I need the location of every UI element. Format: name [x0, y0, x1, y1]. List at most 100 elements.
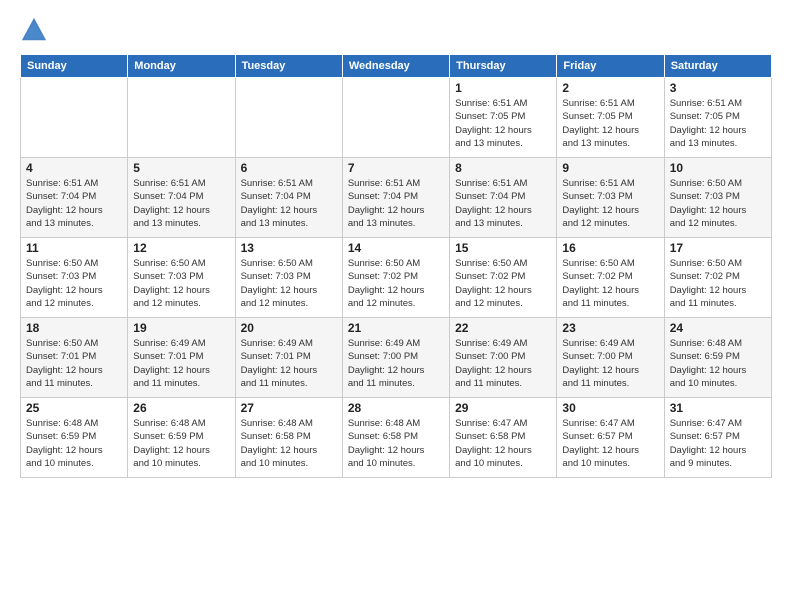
day-detail: Sunrise: 6:50 AM Sunset: 7:03 PM Dayligh…	[26, 257, 122, 310]
day-number: 20	[241, 321, 337, 335]
day-cell: 18 Sunrise: 6:50 AM Sunset: 7:01 PM Dayli…	[21, 318, 128, 398]
day-detail: Sunrise: 6:48 AM Sunset: 6:59 PM Dayligh…	[133, 417, 229, 470]
day-cell: 9 Sunrise: 6:51 AM Sunset: 7:03 PM Daylig…	[557, 158, 664, 238]
day-cell: 28 Sunrise: 6:48 AM Sunset: 6:58 PM Dayli…	[342, 398, 449, 478]
day-number: 15	[455, 241, 551, 255]
logo	[20, 16, 48, 44]
day-detail: Sunrise: 6:50 AM Sunset: 7:02 PM Dayligh…	[562, 257, 658, 310]
day-detail: Sunrise: 6:50 AM Sunset: 7:02 PM Dayligh…	[348, 257, 444, 310]
day-cell: 31Sunrise: 6:47 AM Sunset: 6:57 PM Dayli…	[664, 398, 771, 478]
day-cell: 23 Sunrise: 6:49 AM Sunset: 7:00 PM Dayli…	[557, 318, 664, 398]
header-row: SundayMondayTuesdayWednesdayThursdayFrid…	[21, 55, 772, 78]
day-detail: Sunrise: 6:48 AM Sunset: 6:58 PM Dayligh…	[348, 417, 444, 470]
day-number: 23	[562, 321, 658, 335]
header-cell-monday: Monday	[128, 55, 235, 78]
day-number: 26	[133, 401, 229, 415]
day-cell: 7 Sunrise: 6:51 AM Sunset: 7:04 PM Daylig…	[342, 158, 449, 238]
day-detail: Sunrise: 6:50 AM Sunset: 7:03 PM Dayligh…	[670, 177, 766, 230]
day-detail: Sunrise: 6:50 AM Sunset: 7:02 PM Dayligh…	[670, 257, 766, 310]
day-cell: 29 Sunrise: 6:47 AM Sunset: 6:58 PM Dayli…	[450, 398, 557, 478]
calendar-header: SundayMondayTuesdayWednesdayThursdayFrid…	[21, 55, 772, 78]
day-number: 18	[26, 321, 122, 335]
day-number: 4	[26, 161, 122, 175]
day-number: 19	[133, 321, 229, 335]
week-row-3: 11Sunrise: 6:50 AM Sunset: 7:03 PM Dayli…	[21, 238, 772, 318]
day-cell: 8 Sunrise: 6:51 AM Sunset: 7:04 PM Daylig…	[450, 158, 557, 238]
day-cell: 17 Sunrise: 6:50 AM Sunset: 7:02 PM Dayli…	[664, 238, 771, 318]
day-number: 17	[670, 241, 766, 255]
day-cell: 22 Sunrise: 6:49 AM Sunset: 7:00 PM Dayli…	[450, 318, 557, 398]
day-number: 21	[348, 321, 444, 335]
page: SundayMondayTuesdayWednesdayThursdayFrid…	[0, 0, 792, 612]
day-number: 30	[562, 401, 658, 415]
day-cell	[21, 78, 128, 158]
day-detail: Sunrise: 6:49 AM Sunset: 7:00 PM Dayligh…	[455, 337, 551, 390]
day-cell: 5 Sunrise: 6:51 AM Sunset: 7:04 PM Daylig…	[128, 158, 235, 238]
day-number: 29	[455, 401, 551, 415]
day-number: 28	[348, 401, 444, 415]
day-detail: Sunrise: 6:49 AM Sunset: 7:00 PM Dayligh…	[562, 337, 658, 390]
day-cell: 16 Sunrise: 6:50 AM Sunset: 7:02 PM Dayli…	[557, 238, 664, 318]
day-detail: Sunrise: 6:51 AM Sunset: 7:05 PM Dayligh…	[670, 97, 766, 150]
day-cell: 13 Sunrise: 6:50 AM Sunset: 7:03 PM Dayli…	[235, 238, 342, 318]
day-cell	[342, 78, 449, 158]
day-detail: Sunrise: 6:49 AM Sunset: 7:00 PM Dayligh…	[348, 337, 444, 390]
day-number: 31	[670, 401, 766, 415]
header-cell-saturday: Saturday	[664, 55, 771, 78]
day-cell	[128, 78, 235, 158]
day-detail: Sunrise: 6:51 AM Sunset: 7:04 PM Dayligh…	[26, 177, 122, 230]
generalblue-icon	[20, 16, 48, 44]
day-detail: Sunrise: 6:51 AM Sunset: 7:03 PM Dayligh…	[562, 177, 658, 230]
day-cell: 15 Sunrise: 6:50 AM Sunset: 7:02 PM Dayli…	[450, 238, 557, 318]
day-number: 1	[455, 81, 551, 95]
week-row-5: 25Sunrise: 6:48 AM Sunset: 6:59 PM Dayli…	[21, 398, 772, 478]
day-cell: 25Sunrise: 6:48 AM Sunset: 6:59 PM Dayli…	[21, 398, 128, 478]
day-cell: 21 Sunrise: 6:49 AM Sunset: 7:00 PM Dayli…	[342, 318, 449, 398]
day-number: 6	[241, 161, 337, 175]
day-detail: Sunrise: 6:51 AM Sunset: 7:04 PM Dayligh…	[241, 177, 337, 230]
day-detail: Sunrise: 6:50 AM Sunset: 7:01 PM Dayligh…	[26, 337, 122, 390]
day-detail: Sunrise: 6:50 AM Sunset: 7:03 PM Dayligh…	[241, 257, 337, 310]
day-detail: Sunrise: 6:51 AM Sunset: 7:04 PM Dayligh…	[348, 177, 444, 230]
day-detail: Sunrise: 6:48 AM Sunset: 6:59 PM Dayligh…	[670, 337, 766, 390]
day-detail: Sunrise: 6:51 AM Sunset: 7:04 PM Dayligh…	[455, 177, 551, 230]
day-detail: Sunrise: 6:47 AM Sunset: 6:58 PM Dayligh…	[455, 417, 551, 470]
day-number: 10	[670, 161, 766, 175]
header-cell-thursday: Thursday	[450, 55, 557, 78]
day-number: 24	[670, 321, 766, 335]
day-detail: Sunrise: 6:51 AM Sunset: 7:04 PM Dayligh…	[133, 177, 229, 230]
day-number: 16	[562, 241, 658, 255]
day-cell: 12Sunrise: 6:50 AM Sunset: 7:03 PM Dayli…	[128, 238, 235, 318]
day-cell: 6 Sunrise: 6:51 AM Sunset: 7:04 PM Daylig…	[235, 158, 342, 238]
day-detail: Sunrise: 6:48 AM Sunset: 6:59 PM Dayligh…	[26, 417, 122, 470]
day-number: 3	[670, 81, 766, 95]
day-cell: 26 Sunrise: 6:48 AM Sunset: 6:59 PM Dayli…	[128, 398, 235, 478]
day-cell: 1Sunrise: 6:51 AM Sunset: 7:05 PM Daylig…	[450, 78, 557, 158]
day-detail: Sunrise: 6:50 AM Sunset: 7:02 PM Dayligh…	[455, 257, 551, 310]
day-cell: 27Sunrise: 6:48 AM Sunset: 6:58 PM Dayli…	[235, 398, 342, 478]
day-number: 7	[348, 161, 444, 175]
day-number: 5	[133, 161, 229, 175]
header-cell-tuesday: Tuesday	[235, 55, 342, 78]
day-detail: Sunrise: 6:51 AM Sunset: 7:05 PM Dayligh…	[562, 97, 658, 150]
header	[20, 16, 772, 44]
day-number: 2	[562, 81, 658, 95]
day-number: 22	[455, 321, 551, 335]
header-cell-wednesday: Wednesday	[342, 55, 449, 78]
day-cell: 2 Sunrise: 6:51 AM Sunset: 7:05 PM Daylig…	[557, 78, 664, 158]
day-detail: Sunrise: 6:48 AM Sunset: 6:58 PM Dayligh…	[241, 417, 337, 470]
week-row-1: 1 Sunrise: 6:51 AM Sunset: 7:05 PM Daylig…	[21, 78, 772, 158]
day-number: 13	[241, 241, 337, 255]
day-cell: 19Sunrise: 6:49 AM Sunset: 7:01 PM Dayli…	[128, 318, 235, 398]
day-cell: 14 Sunrise: 6:50 AM Sunset: 7:02 PM Dayli…	[342, 238, 449, 318]
day-number: 9	[562, 161, 658, 175]
day-cell: 10 Sunrise: 6:50 AM Sunset: 7:03 PM Dayli…	[664, 158, 771, 238]
day-number: 14	[348, 241, 444, 255]
day-cell	[235, 78, 342, 158]
day-number: 8	[455, 161, 551, 175]
day-detail: Sunrise: 6:49 AM Sunset: 7:01 PM Dayligh…	[241, 337, 337, 390]
day-number: 12	[133, 241, 229, 255]
day-cell: 3 Sunrise: 6:51 AM Sunset: 7:05 PM Daylig…	[664, 78, 771, 158]
calendar-body: 1 Sunrise: 6:51 AM Sunset: 7:05 PM Daylig…	[21, 78, 772, 478]
day-cell: 30Sunrise: 6:47 AM Sunset: 6:57 PM Dayli…	[557, 398, 664, 478]
